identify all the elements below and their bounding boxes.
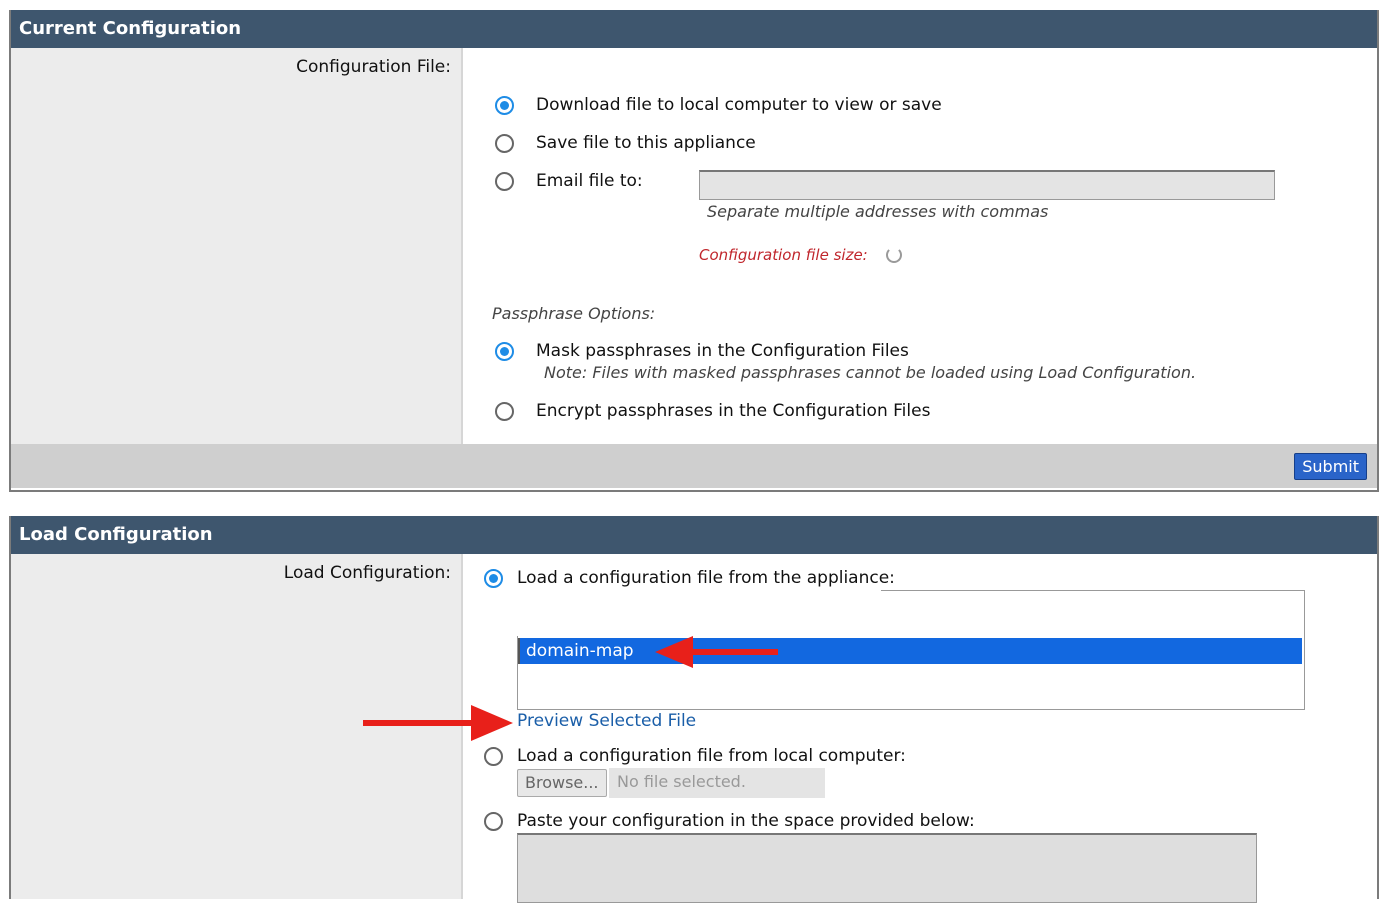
download-option-label: Download file to local computer to view … — [536, 95, 942, 115]
paste-configuration-textarea[interactable] — [517, 833, 1257, 903]
email-radio[interactable] — [495, 172, 514, 191]
download-radio[interactable] — [495, 96, 514, 115]
load-configuration-options: Load a configuration file from the appli… — [463, 554, 1377, 903]
configuration-file-label: Configuration File: — [296, 57, 451, 77]
mask-passphrases-note: Note: Files with masked passphrases cann… — [544, 363, 1197, 382]
no-file-selected-text: No file selected. — [609, 768, 825, 798]
save-to-appliance-radio[interactable] — [495, 134, 514, 153]
file-list-item-selected[interactable]: domain-map — [518, 638, 1302, 664]
submit-button[interactable]: Submit — [1294, 453, 1367, 480]
load-configuration-label: Load Configuration: — [283, 563, 451, 583]
passphrase-options-heading: Passphrase Options: — [492, 304, 656, 323]
listbox-bottom-edge — [517, 709, 1305, 710]
encrypt-passphrases-label: Encrypt passphrases in the Configuration… — [536, 401, 931, 421]
preview-selected-file-link[interactable]: Preview Selected File — [517, 711, 696, 731]
load-from-local-radio[interactable] — [484, 747, 503, 766]
annotation-arrow-right-icon — [363, 705, 513, 741]
loading-spinner-icon — [886, 247, 902, 263]
email-hint: Separate multiple addresses with commas — [707, 202, 1049, 221]
load-configuration-body: Load Configuration: Load a configuration… — [11, 554, 1377, 903]
load-from-local-label: Load a configuration file from local com… — [517, 746, 906, 766]
mask-passphrases-radio[interactable] — [495, 342, 514, 361]
load-from-appliance-label: Load a configuration file from the appli… — [517, 568, 895, 588]
current-configuration-footer: Submit — [11, 444, 1377, 488]
email-address-input[interactable] — [699, 170, 1275, 200]
current-configuration-panel: Current Configuration Configuration File… — [9, 10, 1379, 492]
annotation-arrow-left-icon — [655, 636, 778, 668]
paste-configuration-label: Paste your configuration in the space pr… — [517, 811, 975, 831]
load-from-appliance-radio[interactable] — [484, 569, 503, 588]
configuration-file-options: Download file to local computer to view … — [463, 48, 1377, 444]
current-configuration-header: Current Configuration — [11, 10, 1377, 48]
load-configuration-panel: Load Configuration Load Configuration: L… — [9, 516, 1379, 903]
configuration-file-size-label: Configuration file size: — [699, 246, 868, 264]
load-configuration-header: Load Configuration — [11, 516, 1377, 554]
save-option-label: Save file to this appliance — [536, 133, 756, 153]
paste-configuration-radio[interactable] — [484, 812, 503, 831]
mask-passphrases-label: Mask passphrases in the Configuration Fi… — [536, 341, 909, 361]
current-configuration-body: Configuration File: Download file to loc… — [11, 48, 1377, 444]
label-column: Configuration File: — [11, 48, 463, 444]
browse-button[interactable]: Browse... — [517, 769, 607, 797]
email-option-label: Email file to: — [536, 171, 643, 191]
encrypt-passphrases-radio[interactable] — [495, 402, 514, 421]
